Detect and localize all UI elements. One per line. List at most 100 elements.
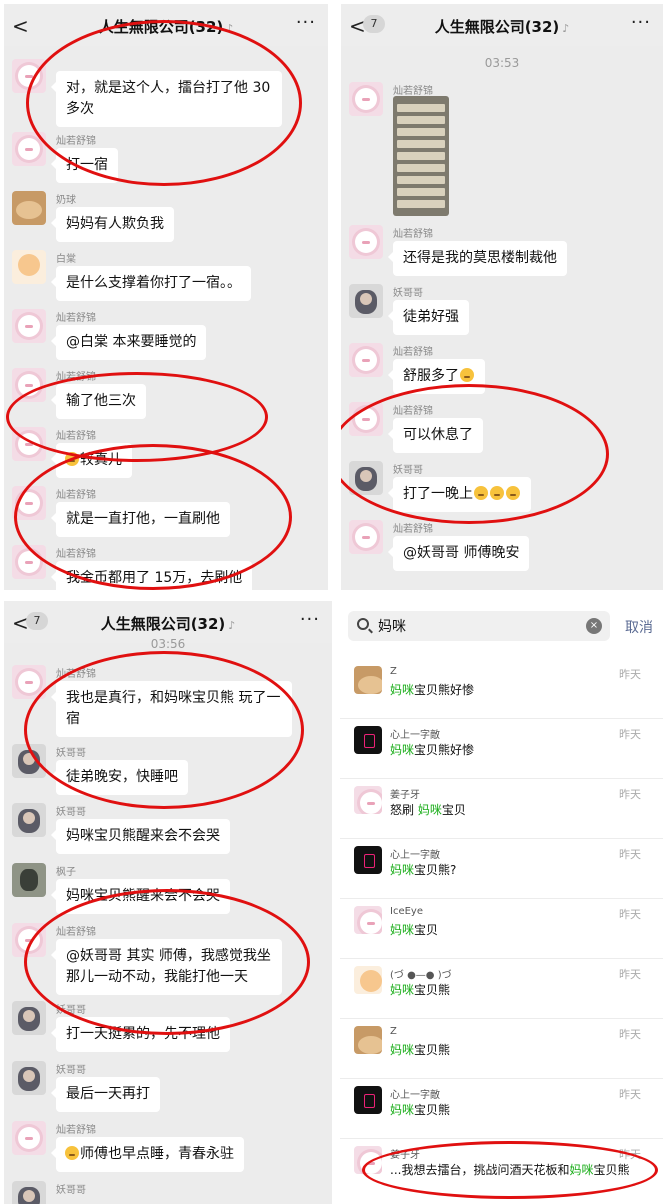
emoji-icon (65, 1146, 79, 1160)
search-result[interactable]: Z 妈咪宝贝熊好惨 昨天 (340, 659, 663, 719)
avatar[interactable] (12, 1181, 46, 1204)
avatar[interactable] (349, 225, 383, 259)
avatar[interactable] (12, 1001, 46, 1035)
message-bubble[interactable]: 我也是真行，和妈咪宝贝熊 玩了一宿 (51, 681, 292, 737)
sender-name: 妖哥哥 (56, 1185, 86, 1196)
avatar[interactable] (12, 132, 46, 166)
cancel-button[interactable]: 取消 (625, 617, 653, 637)
sender-name: 灿若舒锦 (56, 136, 96, 147)
message-bubble[interactable]: 可以休息了 (388, 418, 483, 453)
message-bubble[interactable]: 输了他三次 (51, 384, 146, 419)
result-sender: 心上一字敵 (390, 730, 440, 741)
message-bubble[interactable]: 最后一天再打 (51, 1077, 160, 1112)
search-result[interactable]: 心上一字敵 妈咪宝贝熊好惨 昨天 (340, 719, 663, 779)
avatar[interactable] (12, 309, 46, 343)
avatar[interactable] (349, 82, 383, 116)
search-result[interactable]: 心上一字敵 妈咪宝贝熊? 昨天 (340, 839, 663, 899)
message-bubble[interactable]: 师傅也早点睡，青春永驻 (51, 1137, 244, 1172)
avatar[interactable] (12, 368, 46, 402)
sender-name: 灿若舒锦 (56, 313, 96, 324)
mute-icon: ♪ (226, 22, 234, 35)
message-bubble[interactable]: 妈咪宝贝熊醒来会不会哭 (51, 879, 230, 914)
result-date: 昨天 (619, 1088, 641, 1101)
search-result[interactable]: (づ ●—● )づ 妈咪宝贝熊 昨天 (340, 959, 663, 1019)
avatar[interactable] (12, 486, 46, 520)
result-date: 昨天 (619, 1028, 641, 1041)
result-text: 妈咪宝贝熊 (390, 983, 451, 997)
message-bubble[interactable]: 妈咪宝贝熊醒来会不会哭 (51, 819, 230, 854)
message-bubble[interactable]: 妈妈有人欺负我 (51, 207, 174, 242)
search-input[interactable] (378, 616, 578, 636)
more-icon[interactable]: ··· (631, 12, 651, 33)
search-icon (357, 618, 369, 630)
result-sender: Z (390, 1026, 397, 1037)
result-sender: (づ ●—● )づ (390, 970, 452, 981)
avatar[interactable] (12, 665, 46, 699)
message-bubble[interactable]: @妖哥哥 师傅晚安 (387, 536, 530, 571)
message-bubble[interactable]: 是什么支撑着你打了一宿。。 (51, 266, 251, 301)
message-bubble[interactable]: 对，就是这个人，擂台打了他 30 多次 (51, 71, 282, 127)
avatar[interactable] (12, 59, 46, 93)
avatar[interactable] (12, 1061, 46, 1095)
avatar[interactable] (12, 545, 46, 579)
avatar (354, 966, 382, 994)
avatar[interactable] (349, 461, 383, 495)
result-date: 昨天 (619, 788, 641, 801)
avatar[interactable] (12, 427, 46, 461)
message-bubble[interactable]: 就是一直打他，一直刷他 (51, 502, 230, 537)
search-result[interactable]: Z 妈咪宝贝熊 昨天 (340, 1019, 663, 1079)
chat-title: 人生無限公司(32) ♪ (100, 615, 236, 633)
search-result[interactable]: 姜子牙 怒刷 妈咪宝贝 昨天 (340, 779, 663, 839)
more-icon[interactable]: ··· (296, 12, 316, 33)
search-result[interactable]: 姜子牙 ...我想去擂台，挑战问酒天花板和妈咪宝贝熊 昨天 (340, 1139, 663, 1199)
message-bubble[interactable]: 打一天挺累的，先不理他 (51, 1017, 230, 1052)
avatar[interactable] (12, 803, 46, 837)
avatar[interactable] (12, 863, 46, 897)
mute-icon: ♪ (562, 22, 570, 35)
result-date: 昨天 (619, 908, 641, 921)
message-bubble[interactable]: 打了一晚上 (388, 477, 531, 512)
emoji-icon (490, 486, 504, 500)
sender-name: 灿若舒锦 (393, 524, 433, 535)
sender-name: 白棠 (56, 254, 76, 265)
message-bubble[interactable]: 舒服多了 (388, 359, 485, 394)
avatar[interactable] (349, 284, 383, 318)
avatar[interactable] (12, 744, 46, 778)
message-bubble[interactable]: 打一宿 (51, 148, 118, 183)
sender-name: 灿若舒锦 (56, 549, 96, 560)
clear-icon[interactable]: × (586, 618, 602, 634)
chat-title: 人生無限公司(32) ♪ (434, 18, 570, 36)
result-text: ...我想去擂台，挑战问酒天花板和妈咪宝贝熊 (390, 1163, 630, 1177)
image-message[interactable] (393, 96, 449, 216)
sender-name: 妖哥哥 (56, 807, 86, 818)
avatar[interactable] (12, 250, 46, 284)
message-bubble[interactable]: 还得是我的莫思楼制裁他 (388, 241, 567, 276)
search-result[interactable]: 心上一字敵 妈咪宝贝熊 昨天 (340, 1079, 663, 1139)
result-sender: 姜子牙 (390, 1150, 420, 1161)
search-bar[interactable]: × (348, 611, 610, 641)
avatar[interactable] (12, 1121, 46, 1155)
message-bubble[interactable]: 徒弟晚安，快睡吧 (51, 760, 188, 795)
message-bubble[interactable]: 徒弟好强 (388, 300, 469, 335)
message-bubble[interactable]: @妖哥哥 其实 师傅，我感觉我坐那儿一动不动，我能打他一天 (51, 939, 282, 995)
more-icon[interactable]: ··· (300, 609, 320, 630)
sender-name: 灿若舒锦 (56, 431, 96, 442)
avatar[interactable] (349, 343, 383, 377)
message-bubble[interactable]: @白棠 本来要睡觉的 (50, 325, 207, 360)
search-result[interactable]: IceEye 妈咪宝贝 昨天 (340, 899, 663, 959)
avatar[interactable] (349, 520, 383, 554)
result-sender: 心上一字敵 (390, 1090, 440, 1101)
result-sender: Z (390, 666, 397, 677)
sender-name: 妖哥哥 (56, 748, 86, 759)
avatar[interactable] (349, 402, 383, 436)
message-bubble[interactable]: 我金币都用了 15万，去刷他 (50, 561, 253, 590)
avatar[interactable] (12, 923, 46, 957)
chat-header: < 7 人生無限公司(32) ♪ ··· (341, 4, 663, 46)
result-sender: 心上一字敵 (390, 850, 440, 861)
result-text: 怒刷 妈咪宝贝 (390, 803, 466, 817)
sender-name: 灿若舒锦 (56, 490, 96, 501)
sender-name: 妖哥哥 (393, 465, 423, 476)
avatar[interactable] (12, 191, 46, 225)
message-bubble[interactable]: 较真儿 (51, 443, 132, 478)
result-text: 妈咪宝贝 (390, 923, 439, 937)
